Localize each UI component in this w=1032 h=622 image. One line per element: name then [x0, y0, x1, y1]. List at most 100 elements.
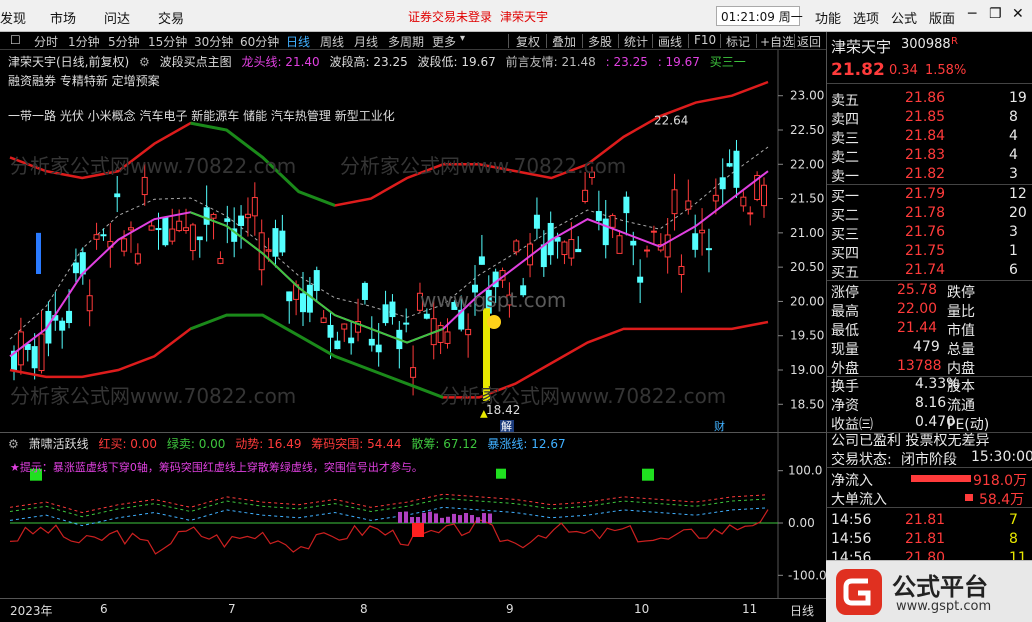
- y-tick-label: 22.50: [790, 123, 824, 137]
- level-label: 买四: [831, 246, 859, 262]
- period-5min[interactable]: 5分钟: [108, 33, 140, 50]
- menu-market[interactable]: 市场: [50, 8, 76, 27]
- candle-body: [203, 207, 210, 225]
- period-fenshi[interactable]: 分时: [34, 33, 58, 50]
- period-weekly[interactable]: 周线: [320, 33, 344, 50]
- sub-chart-svg[interactable]: 100.0 0.00 -100.0: [0, 433, 826, 599]
- tool-multi-stock[interactable]: 多股: [588, 33, 612, 50]
- volume-bar: [404, 511, 408, 523]
- period-toolbar: ☐ 分时 1分钟 5分钟 15分钟 30分钟 60分钟 日线 周线 月线 多周期…: [0, 32, 826, 50]
- candle-body: [375, 344, 382, 353]
- level-price: 21.86: [905, 90, 946, 106]
- indicator-name[interactable]: 波段买点主图: [160, 55, 232, 69]
- panel-settings-icon[interactable]: ⚙: [8, 437, 19, 451]
- legend-scatter: 散筹: 67.12: [411, 437, 478, 451]
- inflow-bar: [911, 475, 971, 482]
- tick-row[interactable]: 14:56 21.81 8: [827, 531, 1032, 550]
- candle-body: [664, 234, 671, 258]
- bid-row[interactable]: 买五 21.74 6: [827, 262, 1032, 281]
- bid-row[interactable]: 买三 21.76 3: [827, 224, 1032, 243]
- tool-f10[interactable]: F10: [694, 33, 716, 47]
- stat-row[interactable]: 净资 8.16 流通: [827, 395, 1032, 414]
- event-marker-jie: 解: [501, 419, 512, 432]
- volume-bar: [398, 511, 402, 523]
- tool-overlay[interactable]: 叠加: [552, 33, 576, 50]
- level-volume: 3: [1009, 224, 1018, 240]
- bid-row[interactable]: 买四 21.75 1: [827, 243, 1032, 262]
- period-30min[interactable]: 30分钟: [194, 33, 233, 50]
- candle-body: [575, 248, 582, 253]
- menu-formula[interactable]: 公式: [891, 8, 917, 27]
- sub-y-tick-label: 0.00: [788, 516, 815, 530]
- ask-row[interactable]: 卖三 21.84 4: [827, 128, 1032, 147]
- menu-wenda[interactable]: 问达: [104, 8, 130, 27]
- tool-stats[interactable]: 统计: [624, 33, 648, 50]
- ask-row[interactable]: 卖二 21.83 4: [827, 147, 1032, 166]
- candle-body: [403, 322, 410, 325]
- period-1min[interactable]: 1分钟: [68, 33, 100, 50]
- tool-mark[interactable]: 标记: [726, 33, 750, 50]
- candle-body: [155, 228, 162, 231]
- stat-row[interactable]: 最高 22.00 量比: [827, 301, 1032, 320]
- settings-gear-icon[interactable]: ⚙: [139, 55, 150, 69]
- level-volume: 8: [1009, 109, 1018, 125]
- stat-row[interactable]: 换手 4.33% 股本: [827, 376, 1032, 395]
- chevron-down-icon[interactable]: ▾: [460, 33, 465, 44]
- period-more[interactable]: 更多: [432, 33, 456, 50]
- menu-discover[interactable]: 发现: [0, 8, 26, 27]
- volume-bar: [482, 513, 486, 523]
- stat-row[interactable]: 现量 479 总量: [827, 339, 1032, 358]
- period-monthly[interactable]: 月线: [354, 33, 378, 50]
- tick-price: 21.81: [905, 531, 946, 547]
- candle-body: [650, 230, 657, 233]
- period-daily[interactable]: 日线: [286, 33, 310, 50]
- tool-add-watchlist[interactable]: +自选: [760, 33, 794, 50]
- level-price: 21.74: [905, 262, 946, 278]
- candle-body: [176, 220, 183, 232]
- stat-row[interactable]: 外盘 13788 内盘: [827, 358, 1032, 377]
- stat-label: 现量: [831, 342, 859, 358]
- legend-tail2: : 19.67: [657, 55, 700, 69]
- price-change: 0.34: [889, 63, 918, 78]
- tool-draw[interactable]: 画线: [658, 33, 682, 50]
- level-price: 21.78: [905, 205, 946, 221]
- menu-trade[interactable]: 交易: [158, 8, 184, 27]
- ask-row[interactable]: 卖一 21.82 3: [827, 166, 1032, 185]
- restore-icon[interactable]: ❐: [989, 6, 1002, 22]
- minimize-icon[interactable]: ─: [968, 6, 976, 22]
- stat-row[interactable]: 涨停 25.78 跌停: [827, 282, 1032, 301]
- ask-row[interactable]: 卖四 21.85 8: [827, 109, 1032, 128]
- bid-row[interactable]: 买一 21.79 12: [827, 186, 1032, 205]
- candle-body: [747, 212, 754, 215]
- menu-function[interactable]: 功能: [815, 8, 841, 27]
- candle-body: [59, 320, 66, 331]
- tool-back[interactable]: 返回: [797, 33, 821, 50]
- bid-row[interactable]: 买二 21.78 20: [827, 205, 1032, 224]
- close-icon[interactable]: ✕: [1012, 6, 1024, 22]
- candle-body: [595, 211, 602, 221]
- sub-chart-legend: ⚙ 萧啸活跃线 红买: 0.00 绿卖: 0.00 动势: 16.49 筹码突围…: [8, 435, 572, 452]
- sub-indicator-panel[interactable]: 100.0 0.00 -100.0 ⚙ 萧啸活跃线 红买: 0.00 绿卖: 0.0…: [0, 432, 826, 599]
- legend-surge: 暴涨线: 12.67: [487, 437, 566, 451]
- tick-row[interactable]: 14:56 21.81 7: [827, 512, 1032, 531]
- price-chart-panel[interactable]: 23.00 22.50 22.00 21.50 21.00 20.50 20.00 19.50…: [0, 50, 826, 432]
- period-15min[interactable]: 15分钟: [148, 33, 187, 50]
- candle-body: [313, 270, 320, 291]
- sub-indicator-name[interactable]: 萧啸活跃线: [29, 437, 89, 451]
- candle-body: [38, 333, 45, 372]
- period-60min[interactable]: 60分钟: [240, 33, 279, 50]
- candle-body: [410, 367, 417, 378]
- stat-row[interactable]: 最低 21.44 市值: [827, 320, 1032, 339]
- menu-options[interactable]: 选项: [853, 8, 879, 27]
- y-tick-label: 20.50: [790, 260, 824, 274]
- login-notice[interactable]: 证券交易未登录: [408, 8, 492, 25]
- candle-body: [733, 150, 740, 188]
- level-label: 卖二: [831, 150, 859, 166]
- menu-layout[interactable]: 版面: [929, 8, 955, 27]
- candle-body: [334, 340, 341, 350]
- tool-fuquan[interactable]: 复权: [516, 33, 540, 50]
- candle-body: [444, 331, 451, 344]
- ask-row[interactable]: 卖五 21.86 19: [827, 90, 1032, 109]
- period-multi[interactable]: 多周期: [388, 33, 424, 50]
- current-price: 21.82: [831, 60, 885, 80]
